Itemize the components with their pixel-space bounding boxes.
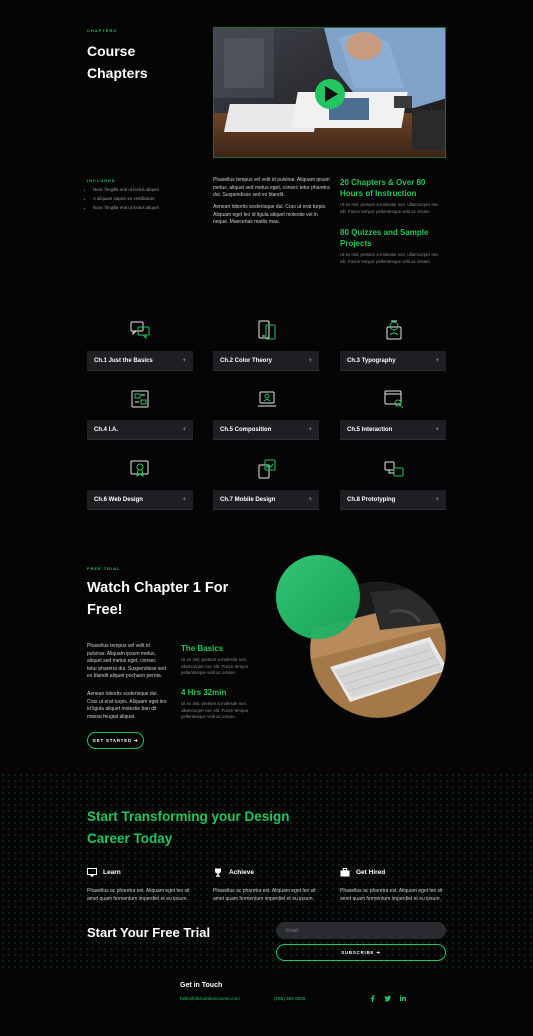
chapter-label: Ch.8 Prototyping [347,496,396,503]
chapter-label: Ch.3 Typography [347,357,396,364]
badge-person-icon [386,320,402,340]
chat-bubbles-icon [130,321,150,340]
footer-phone: (255) 352-6258 [274,996,306,1001]
chapters-eyebrow: CHAPTERS [87,28,118,33]
chapter-label: Ch.5 Interaction [347,426,393,433]
included-list: Nunc fringilla erat ut lectus aliquet A … [87,185,208,212]
trophy-icon [215,868,221,877]
monitor-award-icon [130,460,149,478]
plus-icon: + [182,426,186,433]
page-title-line1: Course [87,43,136,59]
included-eyebrow: INCLUDED [87,178,116,183]
stat-text-2: Ut ex nisl, pretium a molestie non, ulla… [340,252,439,264]
chapter-card-9[interactable]: Ch.8 Prototyping + [340,490,446,510]
free-trial-paragraph-2: Aenean lobortis scelerisque dui. Cras ut… [87,691,167,720]
feature-hired-header: Get Hired [340,868,385,877]
browser-search-icon [384,390,404,409]
chapter-label: Ch.6 Web Design [94,496,143,503]
plus-icon: + [182,496,186,503]
chapter-card-6[interactable]: Ch.5 Interaction + [340,420,446,440]
chapter-label: Ch.2 Color Theory [220,357,273,364]
plus-icon: + [435,357,439,364]
feature-title: Achieve [229,869,254,876]
chapter-card-2[interactable]: Ch.2 Color Theory + [213,351,319,371]
chapter-card-7[interactable]: Ch.6 Web Design + [87,490,193,510]
facebook-icon[interactable] [370,995,375,1002]
transform-title: Start Transforming your Design Career To… [87,806,407,850]
transform-title-line2: Career Today [87,831,173,846]
feature-learn-header: Learn [87,868,121,877]
feature-text: Phasellus ac pharetra est. Aliquam eget … [87,888,190,902]
free-trial-eyebrow: FREE TRIAL [87,566,121,571]
twitter-icon[interactable] [384,995,391,1002]
chapter-card-4[interactable]: Ch.4 I.A. + [87,420,193,440]
briefcase-icon [340,868,350,877]
page: CHAPTERS Course Chapters INCLUDED • Nunc… [0,0,533,1036]
stat-title-2: 80 Quizzes and Sample Projects [340,228,429,248]
chapter-card-5[interactable]: Ch.5 Composition + [213,420,319,440]
mobile-image-icon [258,459,276,479]
chapter-label: Ch.7 Mobile Design [220,496,276,503]
sitemap-document-icon [131,390,149,408]
basics-text: Ut ex nisl, pretium a molestie non, ulla… [181,657,249,675]
intro-paragraph-2: Aenean lobortis scelerisque dui. Cras ut… [213,204,327,225]
free-trial-title-line1: Watch Chapter 1 For [87,580,229,596]
intro-paragraph-1: Phasellus tempus vel velit id pulvinar. … [213,177,330,198]
plus-icon: + [435,496,439,503]
plus-icon: + [308,357,312,364]
transform-title-line1: Start Transforming your Design [87,809,290,824]
monitor-icon [87,868,97,877]
included-item: Nunc fringilla erat ut lectus aliquet [93,203,208,212]
basics-title: The Basics [181,644,224,653]
stat-text-1: Ut ex nisl, pretium a molestie non, ulla… [340,202,439,214]
hours-title: 4 Hrs 32min [181,688,227,697]
free-trial-paragraph-1: Phasellus tempus vel velit id pulvinar. … [87,643,166,679]
chapter-label: Ch.1 Just the Basics [94,357,153,364]
laptop-user-icon [258,391,276,407]
chapter-card-1[interactable]: Ch.1 Just the Basics + [87,351,193,371]
subscribe-button[interactable]: SUBSCRIBE ➔ [276,944,446,961]
feature-text: Phasellus ac pharetra est. Aliquam eget … [213,888,316,902]
plus-icon: + [308,496,312,503]
chapter-label: Ch.4 I.A. [94,426,119,433]
free-trial-title-line2: Free! [87,602,123,618]
page-title: Course Chapters [87,40,148,84]
page-title-line2: Chapters [87,65,148,81]
feature-achieve-header: Achieve [213,868,254,877]
chapter-card-8[interactable]: Ch.7 Mobile Design + [213,490,319,510]
screens-flow-icon [384,461,404,477]
plus-icon: + [308,426,312,433]
footer-title: Get in Touch [180,982,223,989]
free-trial-title: Watch Chapter 1 For Free! [87,577,267,621]
mobile-devices-icon [258,320,276,340]
hours-text: Ut ex nisl, pretium a molestie non, ulla… [181,701,249,719]
feature-title: Learn [103,869,121,876]
get-started-button[interactable]: GET STARTED ➔ [87,732,144,749]
social-links [370,995,406,1002]
included-item: Nunc fringilla erat ut lectus aliquet [93,185,208,194]
keyboard-image [276,555,447,719]
stat-title-1: 20 Chapters & Over 80 Hours of Instructi… [340,178,426,198]
included-item: A aliquam sapien ex vestibulum [93,194,208,203]
course-video[interactable] [213,27,446,158]
dot-pattern-background [0,772,533,972]
linkedin-icon[interactable] [400,995,406,1001]
feature-text: Phasellus ac pharetra est. Aliquam eget … [340,888,443,902]
video-thumbnail [214,28,445,157]
footer-email-link[interactable]: hello@diviuonlinecourse.com [180,996,240,1001]
trial-form-title: Start Your Free Trial [87,925,211,940]
email-input[interactable] [276,922,446,939]
chapter-label: Ch.5 Composition [220,426,272,433]
feature-title: Get Hired [356,869,386,876]
plus-icon: + [435,426,439,433]
plus-icon: + [182,357,186,364]
chapter-card-3[interactable]: Ch.3 Typography + [340,351,446,371]
